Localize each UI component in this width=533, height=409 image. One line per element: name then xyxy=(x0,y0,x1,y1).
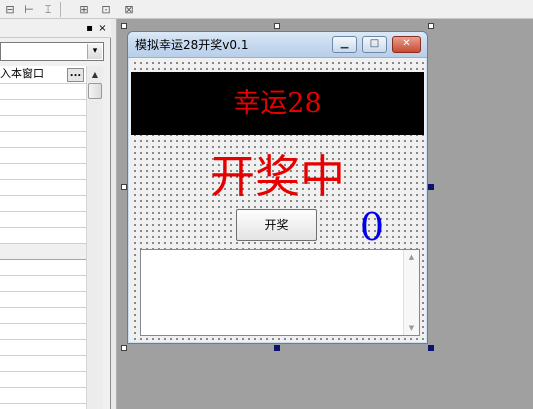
property-row[interactable] xyxy=(0,276,86,292)
resize-handle[interactable] xyxy=(274,345,280,351)
property-row[interactable] xyxy=(0,292,86,308)
designer-splitter[interactable] xyxy=(111,19,117,409)
same-height-icon[interactable]: ⊡ xyxy=(99,2,113,17)
property-row[interactable] xyxy=(0,180,86,196)
form-client-area: 幸运28 开奖中 开奖 0 ▲ ▼ xyxy=(131,59,424,342)
property-row[interactable] xyxy=(0,228,86,244)
align-distribute-icon[interactable]: ⌶ xyxy=(41,2,55,17)
banner-title: 幸运28 xyxy=(233,88,322,119)
resize-handle[interactable] xyxy=(121,345,127,351)
draw-button[interactable]: 开奖 xyxy=(236,209,317,241)
property-row[interactable] xyxy=(0,260,86,276)
property-row[interactable] xyxy=(0,372,86,388)
property-grid-scrollbar[interactable]: ▲ xyxy=(86,66,103,409)
form-titlebar[interactable]: 模拟幸运28开奖v0.1 ▁ □ ✕ xyxy=(128,32,427,58)
scroll-up-icon[interactable]: ▲ xyxy=(87,66,103,83)
textarea-scrollbar[interactable]: ▲ ▼ xyxy=(403,250,419,335)
property-row[interactable] xyxy=(0,196,86,212)
draw-status-label: 开奖中 xyxy=(209,150,345,203)
align-left-icon[interactable]: ⊟ xyxy=(3,2,17,17)
object-selector-combo[interactable]: ▾ xyxy=(0,42,104,61)
count-label: 0 xyxy=(359,205,385,249)
toolbar-separator xyxy=(60,2,61,17)
result-textarea[interactable]: ▲ ▼ xyxy=(140,249,420,336)
window-title: 模拟幸运28开奖v0.1 xyxy=(135,38,249,52)
align-center-icon[interactable]: ⊢ xyxy=(22,2,36,17)
property-row[interactable] xyxy=(0,148,86,164)
property-row[interactable] xyxy=(0,324,86,340)
resize-handle[interactable] xyxy=(121,23,127,29)
property-row[interactable] xyxy=(0,164,86,180)
property-category-row[interactable] xyxy=(0,244,86,260)
resize-handle[interactable] xyxy=(428,345,434,351)
property-row[interactable] xyxy=(0,100,86,116)
scroll-thumb[interactable] xyxy=(88,83,102,99)
maximize-button[interactable]: □ xyxy=(362,36,387,53)
properties-panel: ▪ × ▾ 入本窗口 ... ▲ xyxy=(0,19,111,409)
properties-panel-titlebar: ▪ × xyxy=(0,19,111,38)
form-window[interactable]: 模拟幸运28开奖v0.1 ▁ □ ✕ 幸运28 开奖中 开奖 0 ▲ ▼ xyxy=(127,31,428,344)
close-icon[interactable]: × xyxy=(97,23,108,34)
resize-handle[interactable] xyxy=(428,184,434,190)
chevron-down-icon[interactable]: ▾ xyxy=(87,44,102,59)
close-button[interactable]: ✕ xyxy=(392,36,421,53)
pin-icon[interactable]: ▪ xyxy=(84,23,95,34)
scroll-up-icon[interactable]: ▲ xyxy=(404,250,419,264)
property-row[interactable] xyxy=(0,84,86,100)
property-row[interactable] xyxy=(0,308,86,324)
banner-label: 幸运28 xyxy=(131,72,424,135)
designer-toolbar: ⊟ ⊢ ⌶ ⊞ ⊡ ⊠ xyxy=(0,0,533,19)
property-row[interactable] xyxy=(0,132,86,148)
property-row[interactable] xyxy=(0,388,86,404)
same-size-icon[interactable]: ⊠ xyxy=(121,2,137,17)
minimize-button[interactable]: ▁ xyxy=(332,36,357,53)
property-row[interactable] xyxy=(0,116,86,132)
resize-handle[interactable] xyxy=(428,23,434,29)
same-width-icon[interactable]: ⊞ xyxy=(76,2,92,17)
property-grid[interactable]: 入本窗口 xyxy=(0,66,86,409)
ellipsis-button[interactable]: ... xyxy=(67,68,84,82)
property-row[interactable] xyxy=(0,340,86,356)
scroll-down-icon[interactable]: ▼ xyxy=(404,321,419,335)
resize-handle[interactable] xyxy=(274,23,280,29)
property-row[interactable] xyxy=(0,212,86,228)
property-value: 入本窗口 xyxy=(0,67,44,80)
property-row[interactable] xyxy=(0,356,86,372)
